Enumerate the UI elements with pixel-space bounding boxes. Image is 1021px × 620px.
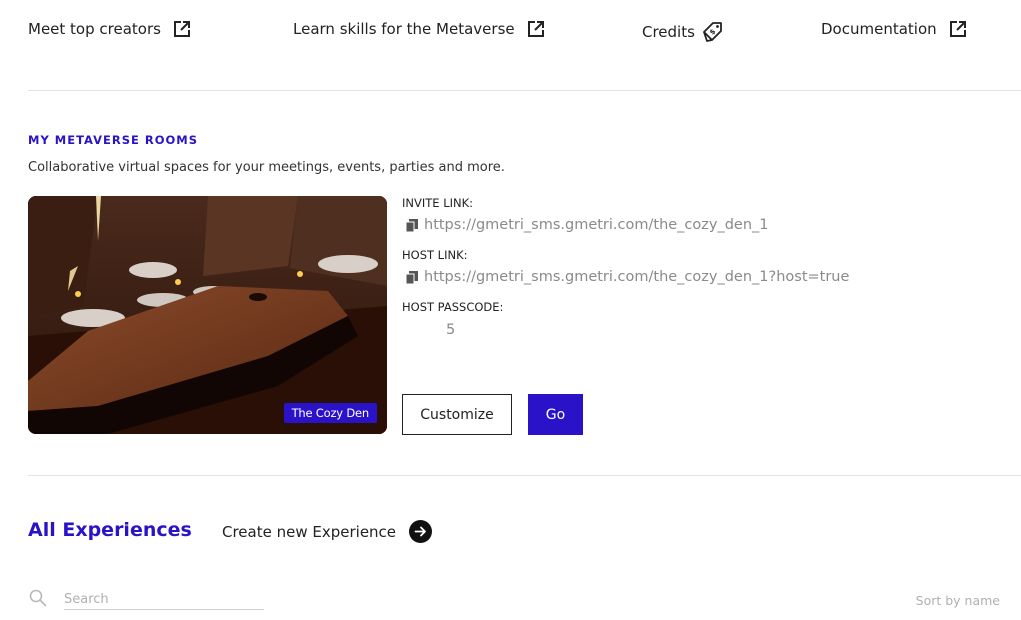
rooms-section-title: MY METAVERSE ROOMS	[28, 133, 199, 147]
host-passcode-value: 5	[446, 322, 456, 338]
learn-skills-link[interactable]: Learn skills for the Metaverse	[293, 20, 545, 38]
room-thumbnail[interactable]: The Cozy Den	[28, 196, 387, 434]
create-new-experience-button[interactable]: Create new Experience	[222, 520, 433, 543]
host-link[interactable]: https://gmetri_sms.gmetri.com/the_cozy_d…	[406, 269, 849, 285]
room-name-badge: The Cozy Den	[283, 403, 377, 423]
arrow-right-circle-icon	[409, 520, 433, 543]
host-link-label: HOST LINK:	[402, 248, 468, 262]
room-preview-image	[28, 196, 387, 434]
create-new-experience-label: Create new Experience	[222, 522, 397, 541]
external-link-icon	[527, 20, 545, 38]
customize-button[interactable]: Customize	[402, 394, 512, 435]
copy-icon[interactable]	[406, 270, 418, 284]
documentation-link[interactable]: Documentation	[821, 20, 967, 38]
go-button[interactable]: Go	[528, 394, 583, 435]
all-experiences-title: All Experiences	[28, 519, 192, 541]
invite-link-text: https://gmetri_sms.gmetri.com/the_cozy_d…	[424, 217, 769, 233]
search-icon	[29, 589, 47, 607]
invite-link-label: INVITE LINK:	[402, 196, 474, 210]
host-passcode-label: HOST PASSCODE:	[402, 300, 504, 314]
documentation-label: Documentation	[821, 20, 937, 38]
learn-skills-label: Learn skills for the Metaverse	[293, 20, 515, 38]
copy-icon[interactable]	[406, 218, 418, 232]
divider	[28, 475, 1021, 476]
meet-top-creators-label: Meet top creators	[28, 20, 161, 38]
credits-link[interactable]: Credits $	[642, 20, 723, 44]
tag-icon: $	[701, 20, 723, 44]
host-link-text: https://gmetri_sms.gmetri.com/the_cozy_d…	[424, 269, 850, 285]
meet-top-creators-link[interactable]: Meet top creators	[28, 20, 191, 38]
external-link-icon	[173, 20, 191, 38]
search-input[interactable]	[64, 589, 264, 610]
divider	[28, 90, 1021, 91]
invite-link[interactable]: https://gmetri_sms.gmetri.com/the_cozy_d…	[406, 217, 769, 233]
sort-by-name-button[interactable]: Sort by name	[916, 593, 1000, 608]
rooms-section-description: Collaborative virtual spaces for your me…	[28, 160, 505, 175]
external-link-icon	[949, 20, 967, 38]
top-links-bar: Meet top creators Learn skills for the M…	[28, 20, 1021, 44]
page: Meet top creators Learn skills for the M…	[0, 0, 1021, 620]
credits-label: Credits	[642, 23, 695, 41]
